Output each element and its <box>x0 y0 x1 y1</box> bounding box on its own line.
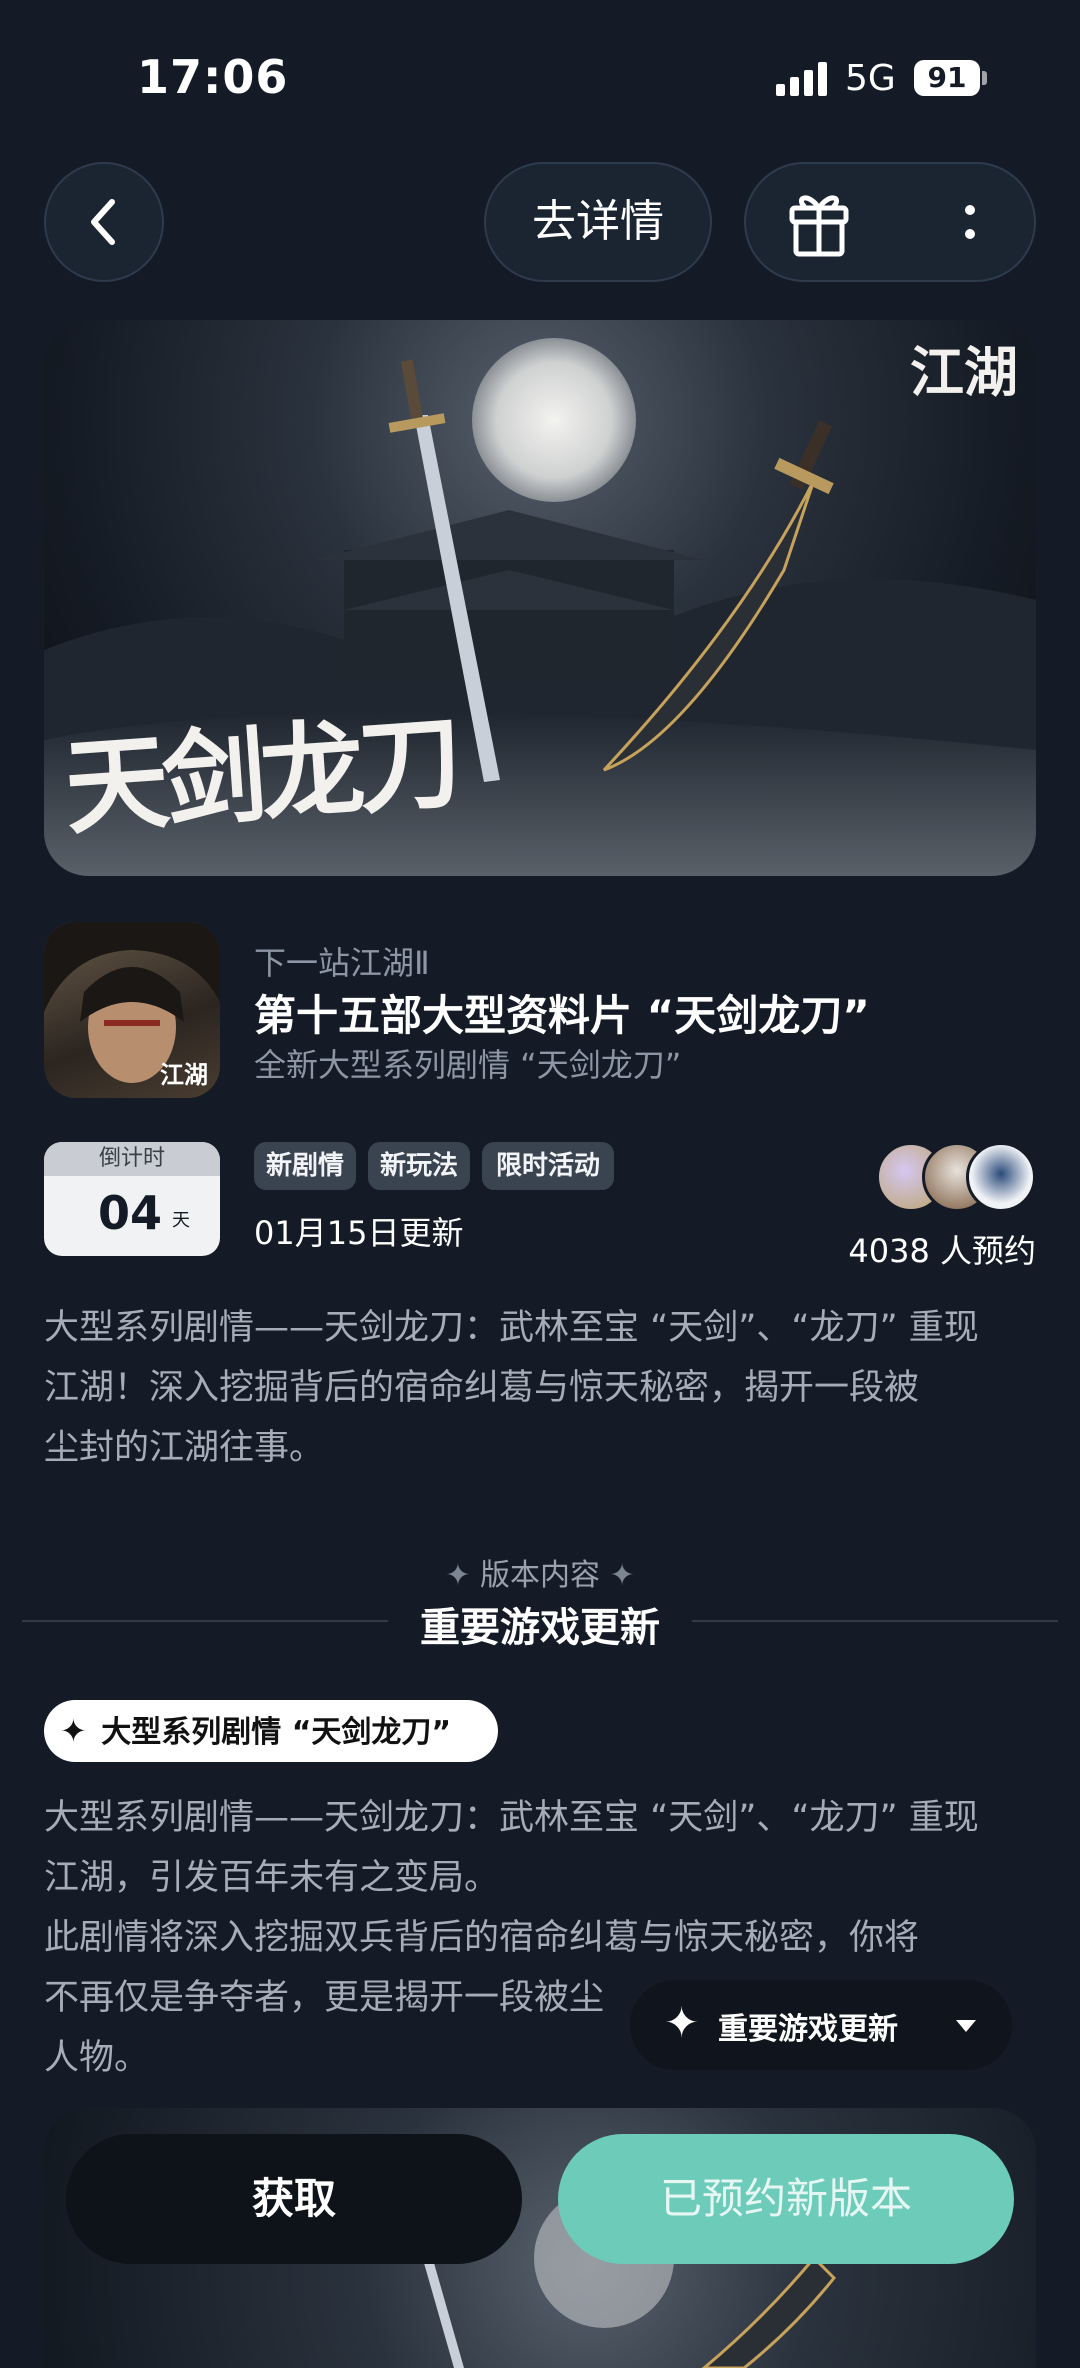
countdown-unit: 天 <box>172 1210 190 1231</box>
section-navigator-label: 重要游戏更新 <box>718 2012 898 2047</box>
signal-icon <box>776 62 828 96</box>
event-subtitle: 全新大型系列剧情 “天剑龙刀” <box>254 1046 682 1084</box>
body-line: 大型系列剧情——天剑龙刀：武林至宝 “天剑”、“龙刀” 重现 <box>44 1798 979 1838</box>
sparkle-icon: ✦ <box>664 1998 700 2047</box>
more-button[interactable] <box>946 164 1036 280</box>
banner-logo: 江湖 <box>910 340 1018 404</box>
banner-title-art: 天剑龙刀 <box>60 699 461 850</box>
action-group <box>744 162 1036 282</box>
event-title: 第十五部大型资料片 “天剑龙刀” <box>254 991 870 1040</box>
battery-icon: 91 <box>914 60 980 96</box>
gift-icon <box>789 195 849 257</box>
back-button[interactable] <box>44 162 164 282</box>
body-line: 江湖，引发百年未有之变局。 <box>44 1858 500 1898</box>
more-vertical-icon <box>965 205 975 239</box>
countdown-value: 04 <box>98 1186 163 1240</box>
game-icon-logo: 江湖 <box>160 1060 208 1089</box>
sparkle-icon: ✦ <box>60 1712 87 1750</box>
tag-new-story: 新剧情 <box>254 1142 356 1190</box>
description-line: 尘封的江湖往事。 <box>44 1428 325 1468</box>
game-name: 下一站江湖Ⅱ <box>254 944 430 982</box>
sparkle-icon: ✦ <box>609 1558 635 1593</box>
get-button[interactable]: 获取 <box>66 2134 522 2264</box>
countdown-badge: 倒计时 04 天 <box>44 1142 220 1256</box>
description-line: 江湖！深入挖掘背后的宿命纠葛与惊天秘密，揭开一段被 <box>44 1368 920 1408</box>
update-date: 01月15日更新 <box>254 1214 464 1252</box>
go-details-button[interactable]: 去详情 <box>484 162 712 282</box>
story-chip: ✦ 大型系列剧情 “天剑龙刀” <box>44 1700 498 1762</box>
reservation-count: 4038 人预约 <box>848 1232 1036 1270</box>
caret-down-icon <box>956 2020 976 2032</box>
network-type: 5G <box>845 58 896 99</box>
description-line: 大型系列剧情——天剑龙刀：武林至宝 “天剑”、“龙刀” 重现 <box>44 1308 979 1348</box>
countdown-label: 倒计时 <box>44 1142 220 1176</box>
event-banner[interactable]: 天剑龙刀 江湖 <box>44 320 1036 876</box>
version-title: 重要游戏更新 <box>420 1605 660 1651</box>
reserved-new-version-button[interactable]: 已预约新版本 <box>558 2134 1014 2264</box>
event-description: 大型系列剧情——天剑龙刀：武林至宝 “天剑”、“龙刀” 重现 江湖！深入挖掘背后… <box>44 1298 1036 1478</box>
tag-limited-event: 限时活动 <box>482 1142 614 1190</box>
version-content-label: ✦ 版本内容 ✦ <box>0 1550 1080 1594</box>
version-label-text: 版本内容 <box>480 1558 600 1593</box>
tag-new-gameplay: 新玩法 <box>368 1142 470 1190</box>
game-icon[interactable]: 江湖 <box>44 922 220 1098</box>
battery-tip <box>982 71 987 85</box>
avatar <box>966 1142 1036 1212</box>
story-chip-label: 大型系列剧情 “天剑龙刀” <box>101 1715 452 1750</box>
sparkle-icon: ✦ <box>445 1558 471 1593</box>
gift-button[interactable] <box>746 164 896 280</box>
body-line: 此剧情将深入挖掘双兵背后的宿命纠葛与惊天秘密，你将 <box>44 1918 920 1958</box>
chevron-left-icon <box>91 199 115 245</box>
status-time: 17:06 <box>137 50 289 104</box>
